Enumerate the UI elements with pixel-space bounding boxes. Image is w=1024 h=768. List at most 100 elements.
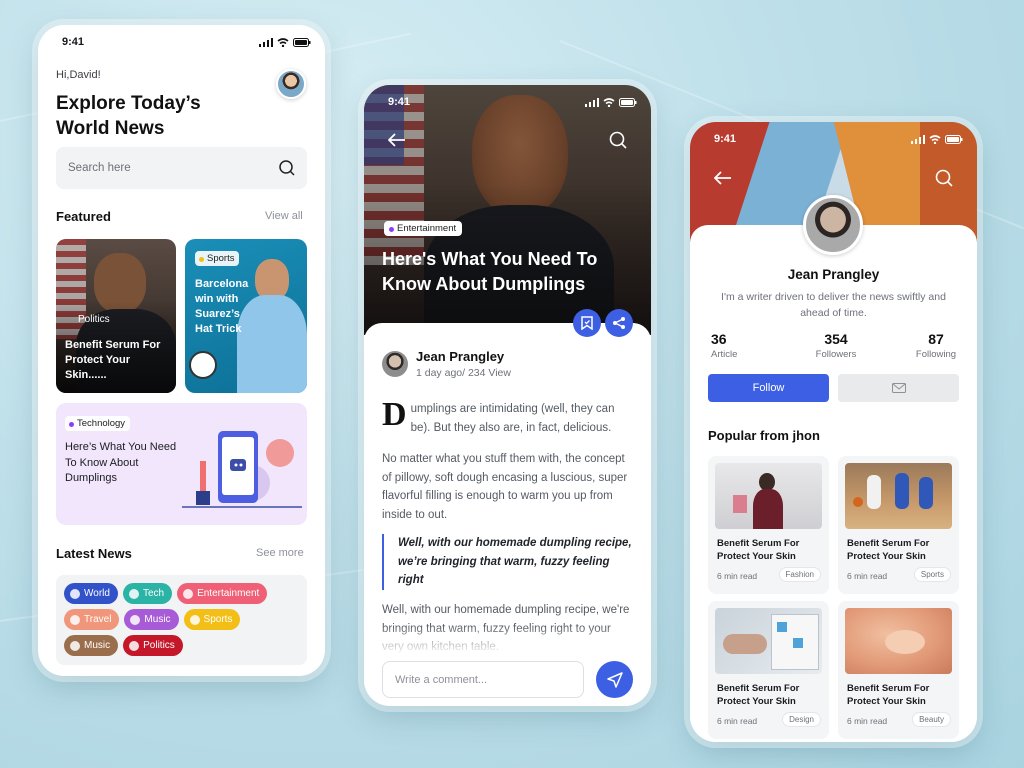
search-icon[interactable] [279, 160, 295, 176]
wifi-icon [929, 134, 941, 144]
back-arrow-icon[interactable] [714, 171, 732, 185]
search-input[interactable]: Search here [56, 147, 307, 189]
article-paragraph-1: Dumplings are intimidating (well, they c… [382, 398, 632, 437]
chip-entertainment[interactable]: Entertainment [177, 583, 268, 604]
sun-icon [189, 614, 200, 625]
chip-travel[interactable]: Travel [64, 609, 120, 630]
search-icon[interactable] [609, 131, 627, 149]
paragraph-text: umplings are intimidating (well, they ca… [410, 403, 615, 434]
author-row[interactable]: Jean Prangley 1 day ago/ 234 View [382, 349, 511, 379]
card-tag: Technology [65, 416, 131, 431]
card-tag: Sports [195, 251, 240, 266]
stat-label: Following [915, 349, 957, 360]
chip-label: Entertainment [197, 588, 260, 599]
send-button[interactable] [596, 661, 633, 698]
post-image [867, 475, 881, 509]
article-category-tag: Entertainment [384, 221, 463, 236]
signal-icon [585, 97, 599, 107]
globe-icon [70, 588, 80, 599]
bookmark-button[interactable] [573, 309, 601, 337]
post-card[interactable]: Benefit Serum For Protect Your Skin 6 mi… [838, 456, 959, 594]
wifi-icon [603, 97, 615, 107]
post-title: Benefit Serum For Protect Your Skin [717, 683, 800, 707]
post-image [733, 495, 747, 513]
card-tag: Politics [78, 314, 110, 325]
see-more-link[interactable]: See more [256, 547, 304, 559]
follow-button[interactable]: Follow [708, 374, 829, 402]
post-card[interactable]: Benefit Serum For Protect Your Skin 6 mi… [708, 456, 829, 594]
post-image [753, 489, 783, 529]
view-all-link[interactable]: View all [265, 210, 303, 222]
post-badge: Fashion [778, 567, 821, 582]
popular-title: Popular from jhon [708, 428, 820, 443]
globe-icon [70, 614, 80, 625]
status-time: 9:41 [714, 133, 737, 145]
chip-label: Tech [142, 588, 165, 599]
author-name: Jean Prangley [416, 349, 505, 364]
stat-followers[interactable]: 354 Followers [806, 331, 866, 360]
post-image [715, 463, 822, 529]
message-button[interactable] [838, 374, 959, 402]
profile-bio: I'm a writer driven to deliver the news … [721, 291, 946, 319]
chip-tech[interactable]: Tech [122, 583, 173, 604]
hero-overlay [364, 85, 651, 335]
stat-following[interactable]: 87 Following [914, 331, 958, 360]
send-icon [606, 671, 623, 688]
post-image [885, 630, 925, 654]
music-icon [70, 640, 80, 651]
chip-politics[interactable]: Politics [123, 635, 183, 656]
post-badge: Design [782, 712, 821, 727]
featured-card-politics[interactable]: Politics Benefit Serum For Protect Your … [56, 239, 176, 393]
stat-articles: 36 Article [711, 331, 737, 360]
chip-world[interactable]: World [64, 583, 118, 604]
post-title: Benefit Serum For Protect Your Skin [847, 538, 930, 562]
featured-card-sports[interactable]: Sports Barcelona win with Suarez’s Hat T… [185, 239, 307, 393]
post-read-time: 6 min read [717, 716, 758, 726]
post-read-time: 6 min read [847, 716, 888, 726]
card-title: Benefit Serum For Protect Your Skin.....… [65, 339, 161, 381]
battery-icon [619, 97, 637, 107]
comment-input[interactable]: Write a comment... [382, 661, 584, 698]
post-card[interactable]: Benefit Serum For Protect Your Skin 6 mi… [838, 601, 959, 739]
post-image [919, 477, 933, 509]
share-button[interactable] [605, 309, 633, 337]
chip-label: Politics [143, 640, 175, 651]
status-bar: 9:41 [38, 25, 325, 59]
signal-icon [259, 37, 273, 47]
profile-screen: 9:41 Jean Prangley I'm a writer driven t… [690, 122, 977, 742]
post-image [723, 634, 767, 654]
post-card[interactable]: Benefit Serum For Protect Your Skin 6 mi… [708, 601, 829, 739]
search-placeholder: Search here [68, 162, 131, 174]
search-icon[interactable] [935, 169, 953, 187]
signal-icon [911, 134, 925, 144]
article-meta: 1 day ago/ 234 View [416, 367, 511, 379]
chip-sports[interactable]: Sports [183, 609, 241, 630]
battery-icon [945, 134, 963, 144]
article-title: Here's What You Need To Know About Dumpl… [382, 249, 598, 294]
status-bar: 9:41 [690, 122, 977, 156]
author-avatar[interactable] [382, 351, 408, 377]
post-image [845, 463, 952, 529]
snowflake-icon [128, 588, 139, 599]
post-read-time: 6 min read [717, 571, 758, 581]
bookmark-icon [581, 316, 593, 330]
profile-avatar[interactable] [803, 195, 863, 255]
article-hero-image [364, 85, 651, 335]
card-title: Here’s What You Need To Know About Dumpl… [65, 441, 177, 484]
status-time: 9:41 [62, 36, 85, 48]
post-title: Benefit Serum For Protect Your Skin [717, 538, 800, 562]
chip-music-2[interactable]: Music [64, 635, 119, 656]
avatar[interactable] [276, 69, 306, 99]
chip-music[interactable]: Music [124, 609, 179, 630]
post-read-time: 6 min read [847, 571, 888, 581]
stat-value: 354 [824, 331, 848, 347]
chip-label: Music [144, 614, 171, 625]
featured-title: Featured [56, 209, 111, 224]
mail-icon [891, 383, 906, 393]
music-icon [130, 614, 141, 625]
back-arrow-icon[interactable] [388, 133, 406, 147]
featured-card-technology[interactable]: Technology Here’s What You Need To Know … [56, 403, 307, 525]
post-badge: Beauty [912, 712, 951, 727]
flower-icon [183, 588, 194, 599]
status-bar: 9:41 [364, 85, 651, 119]
